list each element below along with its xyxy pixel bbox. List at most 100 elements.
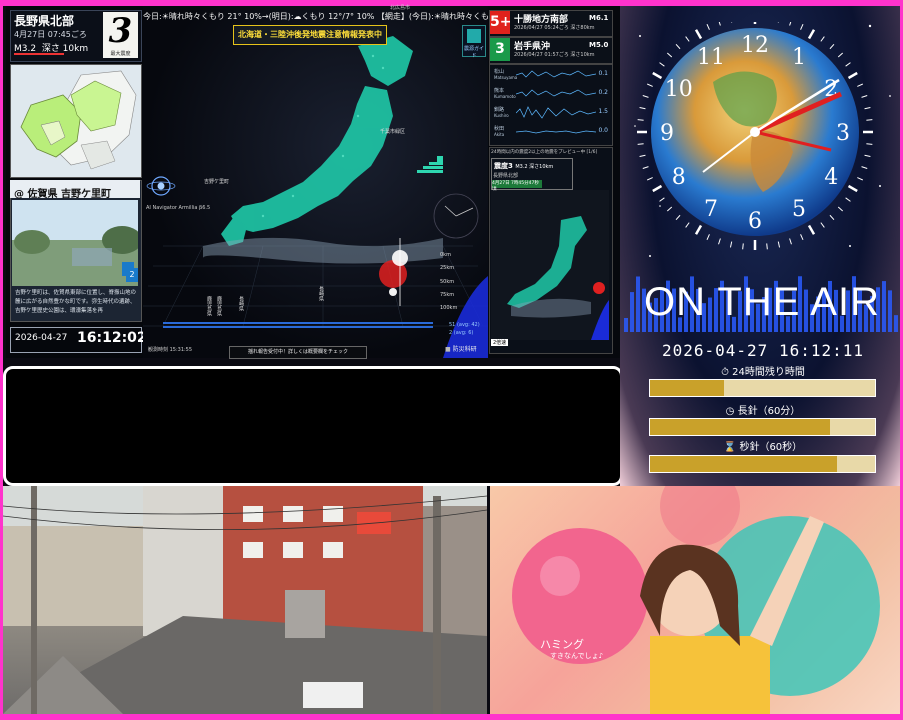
clock-numeral-10: 10 [665,77,693,102]
recent-quake-1-time: 2026/04/27 05:24ごろ 深さ80km [514,25,595,31]
clock-tick [864,154,871,158]
wave-city-3: 釧路 [494,107,505,113]
quake-region: 長野県北部 [14,14,75,28]
magnitude-underline [14,53,64,55]
clock-tick [652,184,663,193]
clock-tick [829,43,835,50]
progress-24h-fill [650,380,725,396]
clock-tick [642,95,649,98]
clock-numeral-12: 12 [741,33,769,58]
depth-scale-25: 25km [440,265,455,271]
preview-map [491,190,609,340]
clock-tick [659,197,665,202]
depth-scale-0: 0km [440,252,451,258]
intensity-label: 最大震度 [110,51,131,57]
clock-tick [845,62,851,67]
clock-tick [666,52,673,58]
clock-tick [718,19,721,26]
clock-tick [789,238,792,245]
clock-tick [820,222,825,228]
clock-tick [807,29,816,40]
analog-clock: 12 1 2 3 4 5 6 7 8 9 10 11 [633,14,877,262]
clock-tick [659,62,665,67]
clock-tick [789,19,792,26]
clock-tick [829,214,835,221]
clock-tick [742,243,744,250]
clock-tick [718,238,721,245]
clock-tick [685,222,690,228]
clock-tick [864,106,871,110]
report-check-button[interactable]: 揺れ報告受付中！詳しくは概要欄をチェック [229,346,367,359]
wave-value-3: 1.5 [598,108,608,115]
clock-tick [666,206,673,212]
ad-caption: ハミング [540,638,584,651]
progress-second-fill [650,456,837,472]
clock-tick [646,177,653,181]
clock-tick [639,106,646,110]
mag-stat-2: 2 (avg: 6) [449,330,474,336]
ad-scene-svg [512,486,880,714]
ai-navigator-label: AI Navigator Armillia β6.5 [146,205,211,211]
clock-numeral-7: 7 [704,197,718,222]
clock-tick [777,241,781,248]
clock-numeral-5: 5 [792,197,806,222]
wave-roman-4: Akita [494,132,505,137]
clock-tick [845,197,851,202]
nied-icon: ■ [445,346,451,353]
qr-icon [467,29,481,43]
station-label-4: 長崎県 [318,286,324,301]
local-clock-time: 16:12:02 [77,330,147,346]
clock-numeral-4: 4 [824,165,838,190]
clock-numeral-9: 9 [660,121,674,146]
nied-label: ■ 防災科研 [445,344,477,353]
wave-city-2: 熊本 [494,88,505,94]
station-label-2: 鹿児島県 [216,296,222,316]
recent-quake-1-badge: 5+ [490,11,511,34]
clock-tick [637,119,644,121]
clock-tick [800,234,804,241]
clock-tick [857,83,864,87]
clock-tick [675,214,681,221]
location-description: 吉野ケ里町は、佐賀県東部に位置し、脊振山地の麓に広がる自然豊かな町です。弥生時代… [14,288,140,317]
clock-numeral-6: 6 [748,209,762,234]
photo-count-badge: 2 [126,268,138,282]
recent-quake-2-time: 2026/04/27 01:57ごろ 深さ10km [514,52,595,58]
wave-roman-2: Kumamoto [494,94,516,99]
clock-tick [837,52,844,58]
progress-minute [649,418,876,436]
clock-tick [675,43,681,50]
wave-city-1: 松山 [494,69,505,75]
station-label-1: 鹿児島県 [206,296,212,316]
clock-tick [847,71,858,80]
progress-second [649,455,876,473]
weather-ticker: 今日:☀晴れ時々くもり 21° 10%→(明日):☁くもり 12°/7° 10%… [143,12,488,21]
preview-mag-depth: M3.2 深さ10km [515,164,554,170]
clock-numeral-1: 1 [792,45,806,70]
progress-24h-label: ⏱ 24時間残り時間 [721,367,805,378]
preview-intensity-value: 震度3 [494,162,513,170]
progress-24h [649,379,876,397]
progress-second-label: ⌛ 秒針（60秒） [723,442,803,453]
clock-tick [694,29,703,40]
comment-overlay-box [3,366,623,486]
clock-tick [766,243,768,250]
equalizer-bar [624,318,628,332]
recent-quake-2-mag: M5.0 [589,41,609,49]
depth-scale-50: 50km [440,279,455,285]
street-camera-feed [3,486,487,714]
epicenter-guide-button[interactable]: 震源ガイド [462,25,486,59]
clock-numeral-3: 3 [836,121,850,146]
preview-region: 長野県北部 [493,173,519,179]
preview-time: 4月27日 7時45分47秒頃 [492,180,542,192]
clock-tick [800,23,804,30]
preview-speed-badge: 2倍速 [491,339,509,346]
japan-3d-map-svg [143,36,488,358]
chiba-label: 千葉市緑区 [380,129,406,135]
clock-tick [861,95,868,98]
street-scene-svg [3,486,487,714]
waveform-svg [516,70,596,134]
location-title: @ 佐賀県 吉野ケ里町 [14,189,111,200]
progress-minute-label: ◷ 長針（60分） [725,406,801,417]
stream-border-bottom [0,714,903,720]
wave-roman-3: Kushiro [494,113,509,118]
